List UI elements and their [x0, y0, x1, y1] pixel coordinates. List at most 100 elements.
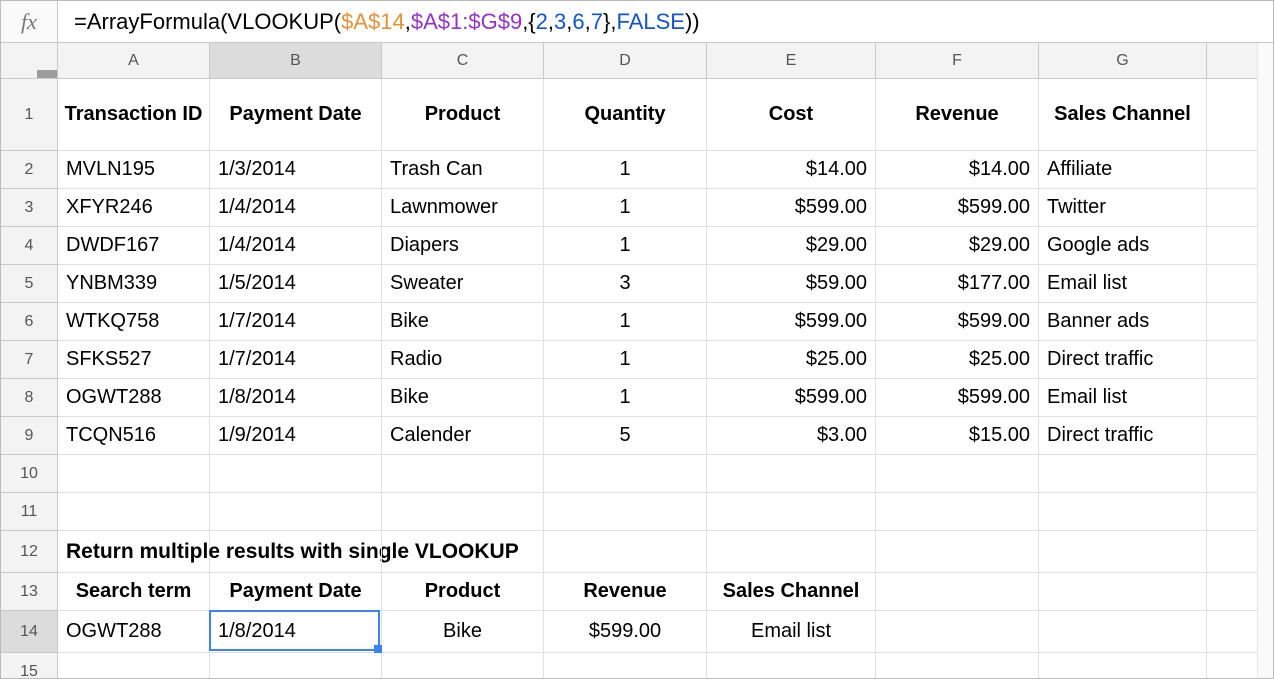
data-cell[interactable]: 1/8/2014 [210, 379, 382, 417]
column-header-F[interactable]: F [876, 43, 1039, 79]
data-cell[interactable]: Google ads [1039, 227, 1207, 265]
empty-cell[interactable] [58, 493, 210, 531]
column-header-extra[interactable] [1207, 43, 1259, 79]
empty-cell[interactable] [1039, 653, 1207, 679]
data-cell[interactable] [1207, 417, 1259, 455]
data-cell[interactable]: 1 [544, 303, 707, 341]
data-cell[interactable] [1207, 265, 1259, 303]
data-cell[interactable]: Bike [382, 379, 544, 417]
empty-cell[interactable] [210, 653, 382, 679]
row-header-8[interactable]: 8 [1, 379, 58, 417]
data-cell[interactable]: WTKQ758 [58, 303, 210, 341]
data-cell[interactable]: 1/3/2014 [210, 151, 382, 189]
empty-cell[interactable] [876, 653, 1039, 679]
header-cell[interactable]: Quantity [544, 79, 707, 151]
empty-cell[interactable] [210, 493, 382, 531]
lookup-header-cell[interactable] [1039, 573, 1207, 611]
lookup-cell[interactable] [876, 611, 1039, 653]
data-cell[interactable]: $15.00 [876, 417, 1039, 455]
data-cell[interactable]: Calender [382, 417, 544, 455]
empty-cell[interactable] [1207, 455, 1259, 493]
data-cell[interactable]: DWDF167 [58, 227, 210, 265]
data-cell[interactable]: Email list [1039, 265, 1207, 303]
data-cell[interactable]: $599.00 [707, 303, 876, 341]
data-cell[interactable]: $29.00 [707, 227, 876, 265]
empty-cell[interactable] [58, 455, 210, 493]
lookup-header-cell[interactable]: Sales Channel [707, 573, 876, 611]
row-header-13[interactable]: 13 [1, 573, 58, 611]
data-cell[interactable] [1207, 151, 1259, 189]
data-cell[interactable]: 5 [544, 417, 707, 455]
row-header-7[interactable]: 7 [1, 341, 58, 379]
data-cell[interactable]: $29.00 [876, 227, 1039, 265]
lookup-header-cell[interactable]: Payment Date [210, 573, 382, 611]
empty-cell[interactable] [210, 531, 382, 573]
column-header-B[interactable]: B [210, 43, 382, 79]
empty-cell[interactable] [876, 455, 1039, 493]
empty-cell[interactable] [544, 531, 707, 573]
data-cell[interactable]: XFYR246 [58, 189, 210, 227]
column-header-D[interactable]: D [544, 43, 707, 79]
lookup-header-cell[interactable]: Product [382, 573, 544, 611]
row-header-12[interactable]: 12 [1, 531, 58, 573]
row-header-6[interactable]: 6 [1, 303, 58, 341]
empty-cell[interactable] [707, 531, 876, 573]
lookup-header-cell[interactable] [1207, 573, 1259, 611]
data-cell[interactable]: 1/4/2014 [210, 189, 382, 227]
data-cell[interactable]: 3 [544, 265, 707, 303]
vertical-scrollbar[interactable] [1257, 43, 1273, 678]
data-cell[interactable]: $177.00 [876, 265, 1039, 303]
column-header-G[interactable]: G [1039, 43, 1207, 79]
data-cell[interactable]: 1 [544, 379, 707, 417]
row-header-15[interactable]: 15 [1, 653, 58, 679]
lookup-cell[interactable]: $599.00 [544, 611, 707, 653]
empty-cell[interactable] [544, 493, 707, 531]
row-header-10[interactable]: 10 [1, 455, 58, 493]
data-cell[interactable]: $14.00 [876, 151, 1039, 189]
data-cell[interactable] [1207, 189, 1259, 227]
header-cell[interactable]: Cost [707, 79, 876, 151]
lookup-cell[interactable] [1207, 611, 1259, 653]
data-cell[interactable]: Twitter [1039, 189, 1207, 227]
data-cell[interactable]: 1/9/2014 [210, 417, 382, 455]
empty-cell[interactable] [707, 493, 876, 531]
empty-cell[interactable] [876, 493, 1039, 531]
data-cell[interactable]: $14.00 [707, 151, 876, 189]
row-header-11[interactable]: 11 [1, 493, 58, 531]
empty-cell[interactable] [210, 455, 382, 493]
cells-area[interactable]: Transaction IDPayment DateProductQuantit… [58, 79, 1273, 679]
select-all-corner[interactable] [1, 43, 58, 79]
data-cell[interactable] [1207, 227, 1259, 265]
data-cell[interactable]: Diapers [382, 227, 544, 265]
lookup-header-cell[interactable] [876, 573, 1039, 611]
data-cell[interactable]: YNBM339 [58, 265, 210, 303]
section-title[interactable]: Return multiple results with single VLOO… [58, 531, 210, 573]
data-cell[interactable]: 1/7/2014 [210, 303, 382, 341]
data-cell[interactable]: Lawnmower [382, 189, 544, 227]
row-header-2[interactable]: 2 [1, 151, 58, 189]
data-cell[interactable]: 1 [544, 151, 707, 189]
empty-cell[interactable] [1207, 531, 1259, 573]
empty-cell[interactable] [1039, 493, 1207, 531]
row-header-1[interactable]: 1 [1, 79, 58, 151]
fx-icon[interactable]: fx [1, 1, 58, 42]
lookup-header-cell[interactable]: Revenue [544, 573, 707, 611]
data-cell[interactable]: 1 [544, 227, 707, 265]
row-header-9[interactable]: 9 [1, 417, 58, 455]
data-cell[interactable]: Bike [382, 303, 544, 341]
data-cell[interactable]: OGWT288 [58, 379, 210, 417]
data-cell[interactable]: $599.00 [707, 379, 876, 417]
data-cell[interactable]: Trash Can [382, 151, 544, 189]
column-header-C[interactable]: C [382, 43, 544, 79]
data-cell[interactable]: $25.00 [876, 341, 1039, 379]
data-cell[interactable]: TCQN516 [58, 417, 210, 455]
data-cell[interactable]: Direct traffic [1039, 417, 1207, 455]
column-header-A[interactable]: A [58, 43, 210, 79]
empty-cell[interactable] [544, 653, 707, 679]
header-cell[interactable] [1207, 79, 1259, 151]
data-cell[interactable] [1207, 341, 1259, 379]
header-cell[interactable]: Revenue [876, 79, 1039, 151]
data-cell[interactable]: Banner ads [1039, 303, 1207, 341]
data-cell[interactable]: MVLN195 [58, 151, 210, 189]
empty-cell[interactable] [876, 531, 1039, 573]
